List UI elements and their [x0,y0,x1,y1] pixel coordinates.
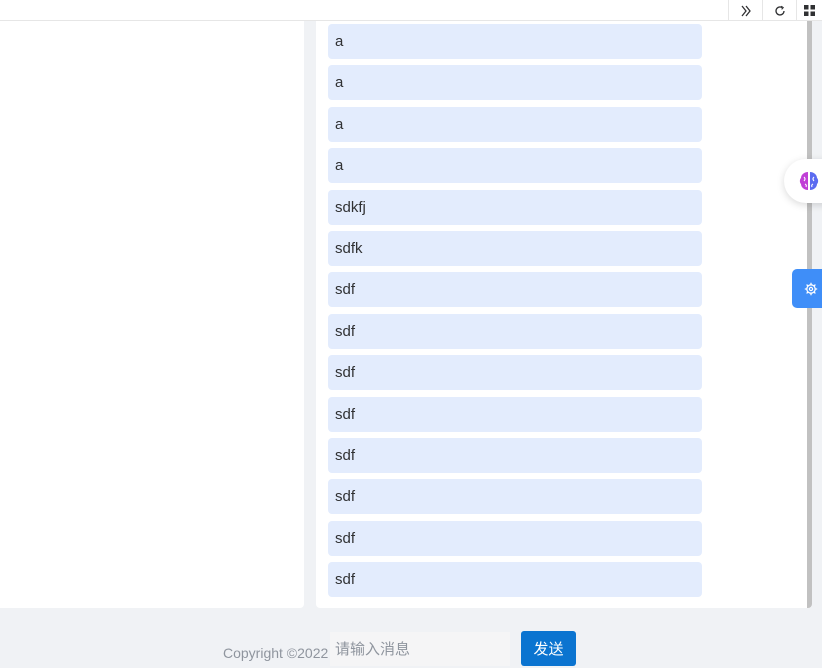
chat-message: sdf [328,520,702,556]
top-toolbar [0,0,822,21]
brain-icon [799,172,819,190]
apps-button[interactable] [796,0,822,21]
chat-message: a [328,148,702,184]
chat-message: sdf [328,562,702,598]
chat-message: a [328,24,702,59]
grid-icon [804,5,815,16]
chat-message: sdf [328,355,702,391]
double-chevron-right-icon [740,5,751,16]
message-input[interactable] [330,632,510,666]
chat-message: sdf [328,396,702,432]
refresh-button[interactable] [762,0,796,21]
left-panel [0,21,304,608]
ai-assistant-button[interactable] [784,159,822,203]
send-button[interactable]: 发送 [521,631,576,666]
chat-message: a [328,65,702,101]
gear-icon [804,282,818,295]
chat-message: sdf [328,437,702,473]
chat-message: sdf [328,272,702,308]
copyright-text: Copyright ©2022 [223,645,329,661]
chat-panel: a a a a sdkfj sdfk sdf sdf sdf sdf sdf sdf sdf sdf [316,21,812,608]
settings-button[interactable] [792,269,822,308]
chat-message: a [328,106,702,142]
scrollbar[interactable] [807,21,812,608]
chat-message: sdf [328,479,702,515]
chat-message: sdf [328,313,702,349]
chat-message: sdkfj [328,189,702,225]
refresh-icon [774,5,785,16]
message-list: a a a a sdkfj sdfk sdf sdf sdf sdf sdf sdf sdf sdf [328,24,702,603]
chat-message: sdfk [328,230,702,266]
expand-button[interactable] [728,0,762,21]
